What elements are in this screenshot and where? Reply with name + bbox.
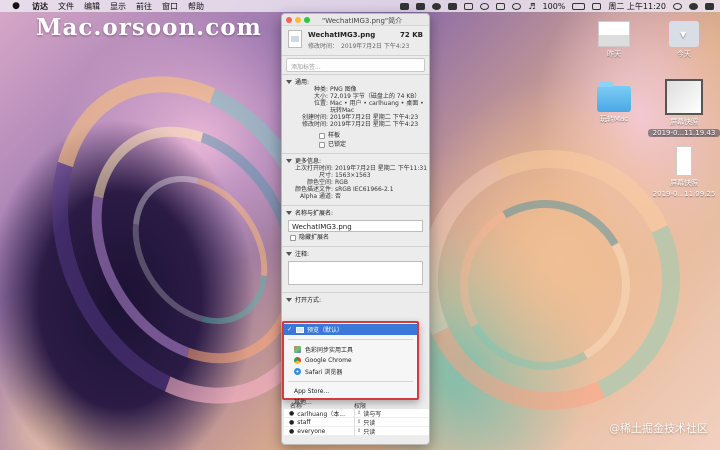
status-app-icon[interactable] (416, 2, 426, 10)
folder-icon (597, 82, 631, 112)
file-thumbnail-icon (598, 21, 630, 47)
menu-window[interactable]: 窗口 (162, 1, 178, 12)
menu-view[interactable]: 显示 (110, 1, 126, 12)
more-info-row: 尺寸: 1563×1563 (318, 172, 371, 179)
preview-app-icon (296, 326, 304, 333)
minimize-button[interactable] (295, 17, 301, 23)
name-extension-toggle[interactable]: 名称与扩展名: (286, 208, 425, 217)
status-app-icon[interactable] (400, 2, 410, 10)
general-row: 位置: Mac • 用户 • carlhuang • 桌面 • (313, 100, 424, 107)
safari-app-icon (294, 368, 301, 375)
menu-file[interactable]: 文件 (58, 1, 74, 12)
menu-item-preview-default[interactable]: ✓ 预览（默认） (284, 324, 417, 335)
chevron-updown-icon[interactable]: ⇕ (357, 410, 361, 416)
more-info-row: 颜色描述文件: sRGB IEC61966-2.1 (294, 186, 394, 193)
user-icon: ● (289, 409, 295, 417)
menu-item-app-store[interactable]: App Store... (284, 386, 417, 396)
airplay-icon[interactable] (464, 2, 474, 10)
folder-icon: ▼ (669, 21, 699, 47)
name-extension-section: 名称与扩展名: WechatIMG3.png 隐藏扩展名 (282, 205, 429, 244)
menu-go[interactable]: 前往 (136, 1, 152, 12)
window-titlebar[interactable]: "WechatIMG3.png"简介 (282, 14, 429, 26)
more-info-row: Alpha 通道: 否 (300, 193, 342, 200)
menu-item-safari[interactable]: Safari 浏览器 (284, 366, 417, 377)
menu-help[interactable]: 帮助 (188, 1, 204, 12)
window-title: "WechatIMG3.png"简介 (322, 17, 403, 25)
more-info-row: 上次打开时间: 2019年7月2日 星期二 下午11:31 (294, 165, 428, 172)
chrome-app-icon (294, 357, 301, 364)
apple-menu-icon[interactable]: ● (10, 1, 22, 11)
search-icon[interactable] (673, 2, 682, 10)
hide-extension-checkbox[interactable]: 隐藏扩展名 (290, 234, 425, 241)
battery-icon[interactable] (572, 2, 586, 10)
volume-icon[interactable]: ♬ (528, 2, 535, 11)
file-thumbnail-icon (665, 79, 703, 115)
open-with-section: 打开方式: (282, 292, 429, 316)
group-icon: ● (289, 418, 295, 426)
wifi-icon[interactable] (512, 2, 522, 10)
disclosure-triangle-icon (286, 251, 292, 256)
disclosure-triangle-icon (286, 158, 292, 163)
desktop-item-screenshot[interactable]: 屏幕快照 2019-0...11.19.43 (648, 79, 720, 137)
status-app-icon[interactable] (448, 2, 458, 10)
desktop-item-today[interactable]: ▼ 今天 (664, 21, 704, 59)
site-credit: @稀土掘金技术社区 (609, 422, 708, 435)
general-row: 修改时间: 2019年7月2日 星期二 下午4:23 (301, 121, 419, 128)
menu-item-other[interactable]: 其他... (284, 396, 417, 406)
flag-icon[interactable] (592, 2, 602, 10)
file-header: WechatIMG3.png 72 KB 修改时间： 2019年7月2日 下午4:… (282, 26, 429, 56)
stationery-checkbox[interactable]: 样板 (319, 132, 425, 139)
chevron-updown-icon[interactable]: ⇕ (357, 428, 361, 434)
general-row: 大小: 72,019 字节（磁盘上的 74 KB） (313, 93, 421, 100)
desktop-item-folder[interactable]: 玩转Mac (594, 82, 634, 124)
comments-textarea[interactable] (288, 261, 423, 285)
colorsync-app-icon (294, 346, 301, 353)
general-section: 通用: 种类: PNG 图像 大小: 72,019 字节（磁盘上的 74 KB） 位… (282, 74, 429, 151)
locked-checkbox[interactable]: 已锁定 (319, 141, 425, 148)
table-row[interactable]: ● everyone ⇕ 只读 (284, 426, 429, 436)
file-modified: 修改时间： 2019年7月2日 下午4:23 (308, 43, 410, 50)
disclosure-triangle-icon (286, 297, 292, 302)
menu-item-chrome[interactable]: Google Chrome (284, 355, 417, 366)
tags-input[interactable]: 添加标签... (286, 58, 425, 72)
clock-icon[interactable] (480, 2, 490, 10)
more-info-section: 更多信息: 上次打开时间: 2019年7月2日 星期二 下午11:31 尺寸: 15… (282, 153, 429, 203)
disclosure-triangle-icon (286, 210, 292, 215)
image-file-icon (288, 30, 302, 48)
comments-toggle[interactable]: 注释: (286, 249, 425, 258)
menu-finder[interactable]: 访达 (32, 1, 48, 12)
checkmark-icon: ✓ (287, 326, 293, 333)
status-app-icon[interactable] (432, 2, 442, 10)
notification-center-icon[interactable] (705, 2, 714, 10)
permissions-table: 名称 权限 ● carlhuang（本... ⇕ 读与写 ● staff ⇕ 只读 ● e… (284, 401, 429, 436)
open-with-dropdown-menu: ✓ 预览（默认） 色彩同步实用工具 Google Chrome Safari 浏… (282, 321, 419, 406)
battery-percent[interactable]: 100% (543, 2, 566, 11)
bluetooth-icon[interactable] (496, 2, 506, 10)
general-row: 玩转Mac (330, 107, 355, 114)
desktop-item-yesterday[interactable]: 昨天 (594, 21, 634, 59)
general-row: 种类: PNG 图像 (313, 86, 357, 93)
file-thumbnail-icon (676, 146, 692, 176)
menubar-clock[interactable]: 周二 上午11:20 (608, 1, 666, 12)
watermark-text: Mac.orsoon.com (36, 14, 262, 41)
comments-section: 注释: (282, 246, 429, 288)
menu-item-colorsync[interactable]: 色彩同步实用工具 (284, 344, 417, 355)
open-with-toggle[interactable]: 打开方式: (286, 295, 425, 304)
more-info-row: 颜色空间: RGB (306, 179, 348, 186)
file-size: 72 KB (400, 31, 423, 39)
file-name: WechatIMG3.png (308, 31, 376, 39)
filename-field[interactable]: WechatIMG3.png (288, 220, 423, 232)
desktop-item-screenshot[interactable]: 屏幕快照 2019-0...11.09.25 (648, 146, 720, 198)
siri-icon[interactable] (689, 2, 698, 10)
disclosure-triangle-icon (286, 79, 292, 84)
chevron-updown-icon[interactable]: ⇕ (357, 419, 361, 425)
general-section-toggle[interactable]: 通用: (286, 77, 425, 86)
general-row: 创建时间: 2019年7月2日 星期二 下午4:23 (301, 114, 419, 121)
menu-edit[interactable]: 编辑 (84, 1, 100, 12)
group-icon: ● (289, 427, 295, 435)
menu-bar: ● 访达 文件 编辑 显示 前往 窗口 帮助 ♬ 100% 周二 上午11:20 (0, 0, 720, 12)
zoom-button[interactable] (304, 17, 310, 23)
close-button[interactable] (286, 17, 292, 23)
more-info-section-toggle[interactable]: 更多信息: (286, 156, 425, 165)
